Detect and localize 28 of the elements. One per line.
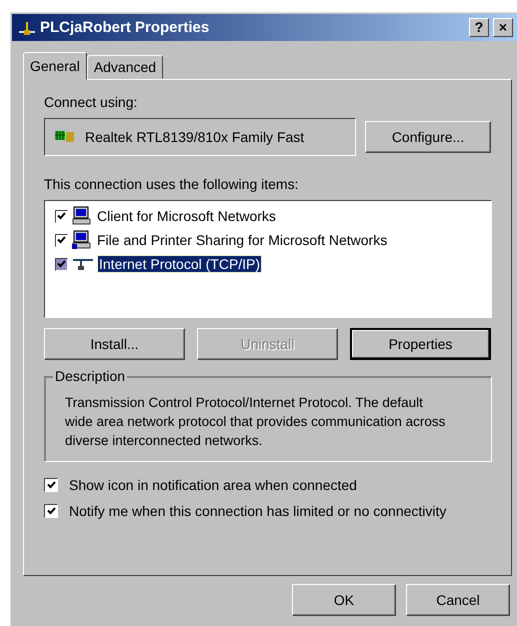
list-item[interactable]: File and Printer Sharing for Microsoft Networks: [96, 232, 388, 248]
section-label: Connect using:: [44, 94, 138, 110]
checkbox-label: Show icon in notification area when connected: [69, 477, 357, 493]
tab[interactable]: General: [23, 52, 87, 80]
checkbox[interactable]: [55, 258, 68, 270]
network-card-icon: [55, 130, 75, 144]
list-item[interactable]: Internet Protocol (TCP/IP): [98, 256, 262, 272]
action-button[interactable]: Install...: [44, 328, 185, 360]
window-title: PLCjaRobert Properties: [40, 19, 210, 36]
close-button[interactable]: ×: [493, 18, 513, 37]
list-item[interactable]: Client for Microsoft Networks: [96, 208, 277, 224]
section-label: This connection uses the following items:: [44, 176, 300, 192]
network-icon: [72, 257, 94, 271]
dialog-button[interactable]: Cancel: [406, 584, 510, 616]
checkbox[interactable]: [44, 478, 58, 492]
computer-icon: [72, 206, 92, 226]
network-icon: [18, 20, 36, 36]
dialog-button[interactable]: OK: [292, 584, 396, 616]
checkbox-label: Notify me when this connection has limited or no connectivity: [69, 503, 446, 519]
checkbox[interactable]: [44, 504, 58, 518]
description-text: Transmission Control Protocol/Internet Protocol. The default wide area network protocol that provides communication across diverse interconnected networks.: [65, 394, 446, 450]
group-title: Description: [53, 368, 128, 384]
computer-icon: [72, 230, 92, 250]
tab[interactable]: Advanced: [86, 55, 164, 79]
adapter-field: Realtek RTL8139/810x Family Fast: [44, 118, 356, 156]
help-button[interactable]: ?: [469, 18, 489, 37]
configure-button[interactable]: Configure...: [365, 121, 491, 153]
action-button[interactable]: Properties: [350, 328, 491, 360]
